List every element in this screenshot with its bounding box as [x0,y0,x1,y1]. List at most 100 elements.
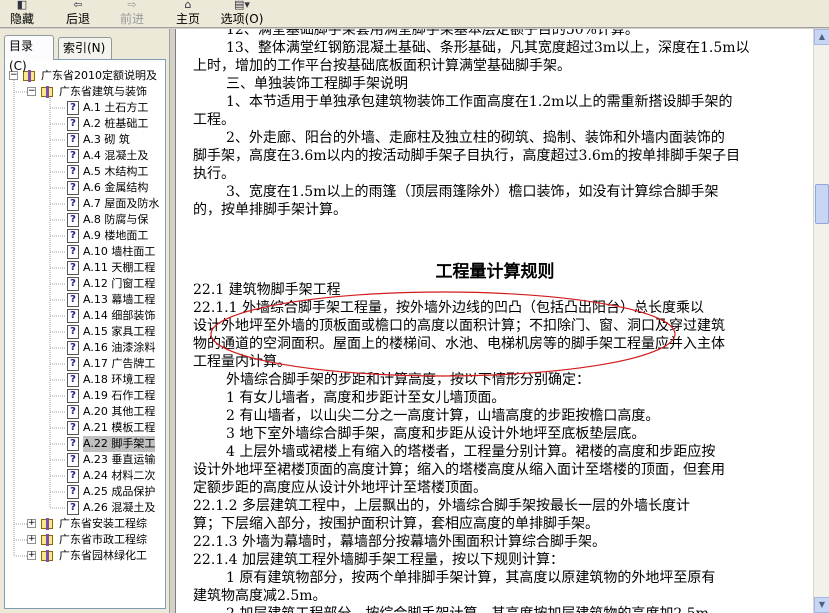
tree-item-label: A.7 屋面及防水 [83,197,160,210]
tree-item-topic[interactable]: ? A.26 混凝土及 [5,500,165,516]
hide-icon: ◧ [16,0,28,11]
help-page-icon: ? [67,357,79,371]
tree-item-topic[interactable]: ? A.11 天棚工程 [5,260,165,276]
tree-item-label: A.16 油漆涂料 [83,341,156,354]
tree-item-topic[interactable]: ? A.13 幕墙工程 [5,292,165,308]
help-page-icon: ? [67,229,79,243]
help-page-icon: ? [67,453,79,467]
hide-button[interactable]: ◧ 隐藏 [2,0,42,28]
tree-item-label: A.14 细部装饰 [83,309,156,322]
tree-item-label: A.10 墙柱面工 [83,245,156,258]
help-page-icon: ? [67,405,79,419]
expand-icon[interactable]: + [27,551,36,560]
tree-item-label: A.22 脚手架工 [83,436,156,452]
tab-index[interactable]: 索引(N) [58,37,112,59]
tree-item-topic[interactable]: ? A.24 材料二次 [5,468,165,484]
toolbar: ◧ 隐藏 ⇦ 后退 ⇨ 前进 ⌂ 主页 ▤▾ 选项(O) [0,0,829,28]
help-page-icon: ? [67,485,79,499]
help-page-icon: ? [67,165,79,179]
help-page-icon: ? [67,101,79,115]
tree-item-topic[interactable]: ? A.22 脚手架工 [5,436,165,452]
options-icon: ▤▾ [234,0,250,11]
back-button[interactable]: ⇦ 后退 [58,0,98,28]
tree-item-root[interactable]: − 广东省2010定额说明及 [5,68,165,84]
tree-item-label: A.2 桩基础工 [83,117,149,130]
tree-item-topic[interactable]: ? A.19 石作工程 [5,388,165,404]
tree-item-topic[interactable]: ? A.2 桩基础工 [5,116,165,132]
collapse-icon[interactable]: − [27,87,36,96]
tree-item-label: A.20 其他工程 [83,405,156,418]
expand-icon[interactable]: + [27,535,36,544]
tree-item-topic[interactable]: ? A.18 环境工程 [5,372,165,388]
help-page-icon: ? [67,117,79,131]
tree-item-label: A.24 材料二次 [83,469,156,482]
help-page-icon: ? [67,133,79,147]
tree-item-topic[interactable]: ? A.9 楼地面工 [5,228,165,244]
forward-button[interactable]: ⇨ 前进 [112,0,152,28]
help-page-icon: ? [67,437,79,451]
help-page-icon: ? [67,213,79,227]
help-page-icon: ? [67,341,79,355]
forward-arrow-icon: ⇨ [127,0,137,11]
tree-item-label: A.25 成品保护 [83,485,156,498]
help-page-icon: ? [67,421,79,435]
content-scrollbar[interactable]: ▲ ▼ [813,29,829,613]
contents-tree[interactable]: − 广东省2010定额说明及 − 广东省建筑与装饰 ? A.1 土石方工? A.2 … [4,59,166,609]
tree-item-topic[interactable]: ? A.6 金属结构 [5,180,165,196]
tree-item-book1[interactable]: − 广东省建筑与装饰 [5,84,165,100]
help-page-icon: ? [67,293,79,307]
tree-item-label: A.15 家具工程 [83,325,156,338]
tree-item-book2[interactable]: + 广东省安装工程综 [5,516,165,532]
topic-content: 12、满堂基础脚手架套用满堂脚手架基本层定额子目的50%计算。 13、整体满堂红钢… [175,29,813,613]
home-button[interactable]: ⌂ 主页 [168,0,208,28]
tree-item-topic[interactable]: ? A.25 成品保护 [5,484,165,500]
red-ellipse-annotation [210,291,676,377]
scroll-down-button[interactable]: ▼ [814,597,829,613]
tree-item-topic[interactable]: ? A.4 混凝土及 [5,148,165,164]
tree-item-topic[interactable]: ? A.1 土石方工 [5,100,165,116]
tree-item-label: A.18 环境工程 [83,373,156,386]
tree-item-label: A.26 混凝土及 [83,501,156,514]
tree-item-topic[interactable]: ? A.15 家具工程 [5,324,165,340]
expand-icon[interactable]: + [27,519,36,528]
scroll-up-button[interactable]: ▲ [814,29,829,45]
tree-item-topic[interactable]: ? A.3 砌 筑 [5,132,165,148]
tree-item-book3[interactable]: + 广东省市政工程综 [5,532,165,548]
tree-item-label: A.13 幕墙工程 [83,293,156,306]
tree-item-label: A.21 模板工程 [83,421,156,434]
help-page-icon: ? [67,469,79,483]
back-arrow-icon: ⇦ [73,0,83,11]
tree-item-label: A.9 楼地面工 [83,229,149,242]
help-page-icon: ? [67,181,79,195]
tree-item-topic[interactable]: ? A.16 油漆涂料 [5,340,165,356]
tab-contents[interactable]: 目录(C) [4,35,54,73]
scroll-thumb[interactable] [815,184,829,224]
tree-item-label: A.5 木结构工 [83,165,149,178]
tree-item-label: A.1 土石方工 [83,101,149,114]
options-button[interactable]: ▤▾ 选项(O) [216,0,268,28]
help-page-icon: ? [67,373,79,387]
tree-item-topic[interactable]: ? A.17 广告牌工 [5,356,165,372]
tree-item-topic[interactable]: ? A.21 模板工程 [5,420,165,436]
tree-item-topic[interactable]: ? A.7 屋面及防水 [5,196,165,212]
tree-item-topic[interactable]: ? A.8 防腐与保 [5,212,165,228]
tree-item-topic[interactable]: ? A.5 木结构工 [5,164,165,180]
tree-item-label: A.19 石作工程 [83,389,156,402]
tree-item-topic[interactable]: ? A.20 其他工程 [5,404,165,420]
help-page-icon: ? [67,149,79,163]
tree-item-topic[interactable]: ? A.12 门窗工程 [5,276,165,292]
help-page-icon: ? [67,325,79,339]
nav-tabs: 目录(C) 索引(N) [0,35,170,73]
book-icon [41,534,55,546]
book-icon [41,86,55,98]
tree-item-label: A.4 混凝土及 [83,149,149,162]
help-page-icon: ? [67,261,79,275]
tree-item-label: A.23 垂直运输 [83,453,156,466]
tree-item-topic[interactable]: ? A.23 垂直运输 [5,452,165,468]
help-page-icon: ? [67,245,79,259]
help-page-icon: ? [67,197,79,211]
help-page-icon: ? [67,309,79,323]
tree-item-topic[interactable]: ? A.14 细部装饰 [5,308,165,324]
tree-item-book4[interactable]: + 广东省园林绿化工 [5,548,165,564]
tree-item-topic[interactable]: ? A.10 墙柱面工 [5,244,165,260]
